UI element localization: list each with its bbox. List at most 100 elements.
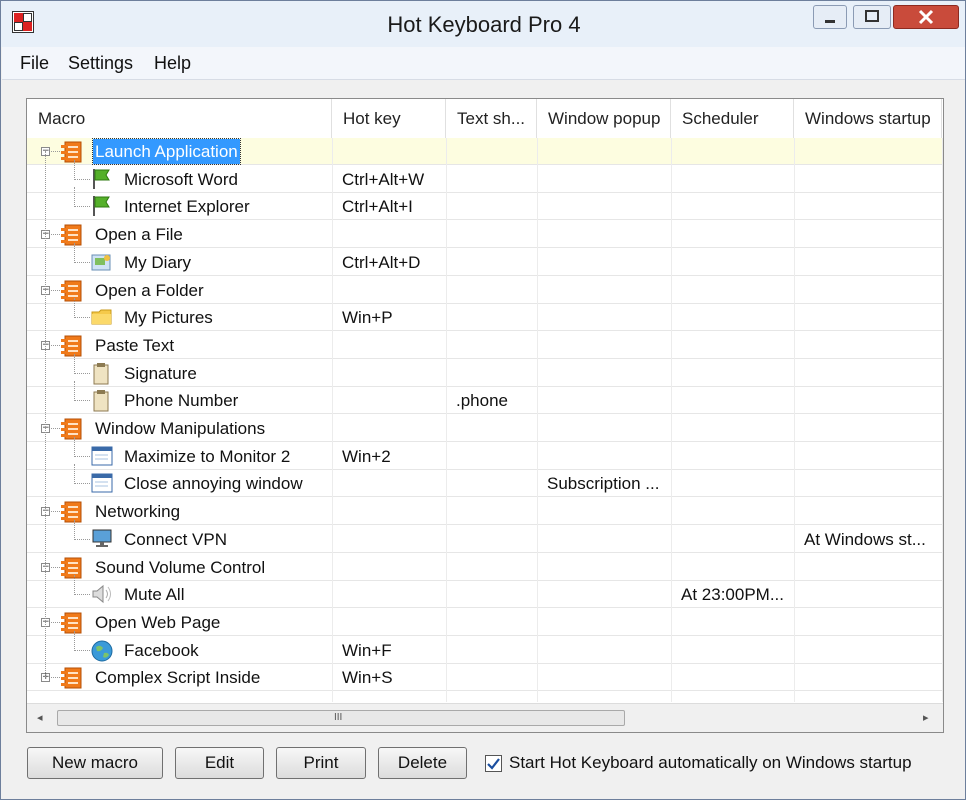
- column-scheduler[interactable]: Scheduler: [671, 99, 794, 138]
- cell-hotkey: [342, 360, 444, 387]
- macro-row[interactable]: Signature: [27, 353, 943, 387]
- macro-group-label[interactable]: Networking: [93, 498, 182, 525]
- macro-row[interactable]: Internet Explorer Ctrl+Alt+I: [27, 187, 943, 221]
- cell-popup: [547, 360, 669, 387]
- print-button[interactable]: Print: [276, 747, 366, 779]
- macro-label[interactable]: Close annoying window: [122, 470, 305, 497]
- cell-startup: [804, 277, 940, 304]
- column-separator: [537, 138, 538, 702]
- cell-scheduler: [681, 387, 792, 414]
- macro-group-row[interactable]: − Window Manipulations: [27, 415, 943, 442]
- macro-label[interactable]: Maximize to Monitor 2: [122, 443, 292, 470]
- macro-group-row[interactable]: − Open Web Page: [27, 609, 943, 636]
- tree-line: [74, 317, 90, 319]
- macro-group-label[interactable]: Complex Script Inside: [93, 664, 262, 691]
- macro-row[interactable]: My Pictures Win+P: [27, 298, 943, 332]
- macro-row[interactable]: Phone Number .phone: [27, 381, 943, 415]
- macro-label[interactable]: Facebook: [122, 637, 201, 664]
- column-text-shortcut[interactable]: Text sh...: [446, 99, 537, 138]
- tree-line: [51, 289, 60, 291]
- maximize-icon: [865, 10, 879, 22]
- scroll-thumb[interactable]: III: [57, 710, 625, 726]
- tree-line: [74, 483, 90, 485]
- cell-text: [456, 415, 535, 442]
- macro-row[interactable]: Facebook Win+F: [27, 630, 943, 664]
- macro-group-label[interactable]: Open a Folder: [93, 277, 206, 304]
- edit-button[interactable]: Edit: [175, 747, 264, 779]
- macro-group-label[interactable]: Launch Application: [92, 138, 241, 165]
- macro-tree-list[interactable]: Macro Hot key Text sh... Window popup Sc…: [26, 98, 944, 733]
- cell-scheduler: [681, 526, 792, 553]
- column-windows-startup[interactable]: Windows startup: [794, 99, 942, 138]
- macro-row[interactable]: Close annoying window Subscription ...: [27, 464, 943, 498]
- speaker-icon: [91, 584, 111, 604]
- macro-label[interactable]: Internet Explorer: [122, 193, 252, 220]
- macro-group-row[interactable]: − Networking: [27, 498, 943, 526]
- macro-label[interactable]: Microsoft Word: [122, 166, 240, 193]
- cell-scheduler: [681, 166, 792, 193]
- menu-settings[interactable]: Settings: [68, 53, 133, 74]
- macro-group-row[interactable]: − Paste Text: [27, 332, 943, 359]
- macro-label[interactable]: Connect VPN: [122, 526, 229, 553]
- cell-popup: Subscription ...: [547, 474, 660, 494]
- delete-button[interactable]: Delete: [378, 747, 467, 779]
- macro-group-row[interactable]: − Open a File: [27, 221, 943, 249]
- maximize-button[interactable]: [853, 5, 891, 29]
- window-icon: [91, 473, 113, 493]
- macro-row[interactable]: Microsoft Word Ctrl+Alt+W: [27, 159, 943, 193]
- macro-label[interactable]: Signature: [122, 360, 199, 387]
- macro-row[interactable]: Maximize to Monitor 2 Win+2: [27, 436, 943, 470]
- macro-group-label[interactable]: Paste Text: [93, 332, 176, 359]
- macro-group-row[interactable]: − Launch Application: [27, 138, 943, 165]
- macro-group-row[interactable]: + Complex Script Inside Win+S: [27, 664, 943, 692]
- cell-text: [456, 609, 535, 636]
- check-icon: [487, 758, 500, 770]
- macro-group-label[interactable]: Sound Volume Control: [93, 554, 267, 581]
- scroll-left-icon[interactable]: ◂: [37, 711, 43, 724]
- horizontal-scrollbar[interactable]: ◂ III ▸: [27, 703, 943, 732]
- cell-popup: [547, 387, 669, 414]
- title-bar[interactable]: Hot Keyboard Pro 4: [1, 1, 965, 47]
- macro-row[interactable]: Connect VPN At Windows st...: [27, 519, 943, 553]
- macro-row[interactable]: My Diary Ctrl+Alt+D: [27, 242, 943, 276]
- menu-help[interactable]: Help: [154, 53, 191, 74]
- menu-file[interactable]: File: [20, 53, 49, 74]
- tree-line: [74, 538, 90, 540]
- macro-group-label[interactable]: Window Manipulations: [93, 415, 267, 442]
- flag-icon: [91, 196, 111, 217]
- macro-label[interactable]: My Pictures: [122, 304, 215, 331]
- tree-line: [74, 353, 75, 374]
- scroll-right-icon[interactable]: ▸: [923, 711, 929, 724]
- startup-checkbox-label[interactable]: Start Hot Keyboard automatically on Wind…: [509, 753, 912, 773]
- new-macro-button[interactable]: New macro: [27, 747, 163, 779]
- close-button[interactable]: [893, 5, 959, 29]
- macro-group-row[interactable]: − Open a Folder: [27, 277, 943, 304]
- cell-popup: [547, 554, 669, 581]
- folder-list-icon: [61, 557, 82, 578]
- cell-hotkey: [342, 470, 444, 497]
- cell-popup: [547, 221, 669, 248]
- cell-popup: [547, 498, 669, 525]
- cell-scheduler: [681, 609, 792, 636]
- macro-group-label[interactable]: Open Web Page: [93, 609, 222, 636]
- macro-label[interactable]: My Diary: [122, 249, 193, 276]
- cell-hotkey: [342, 526, 444, 553]
- startup-checkbox[interactable]: [485, 755, 502, 772]
- minimize-button[interactable]: [813, 5, 847, 29]
- cell-hotkey: [342, 138, 444, 165]
- column-hotkey[interactable]: Hot key: [332, 99, 446, 138]
- main-window: Hot Keyboard Pro 4 File Settings Help Ma…: [0, 0, 966, 800]
- cell-popup: [547, 332, 669, 359]
- macro-group-label[interactable]: Open a File: [93, 221, 185, 248]
- cell-popup: [547, 415, 669, 442]
- tree-line: [74, 630, 75, 651]
- column-macro[interactable]: Macro: [27, 99, 332, 138]
- macro-row[interactable]: Mute All At 23:00PM...: [27, 575, 943, 609]
- column-window-popup[interactable]: Window popup: [537, 99, 671, 138]
- cell-scheduler: [681, 332, 792, 359]
- macro-label[interactable]: Mute All: [122, 581, 186, 608]
- cell-scheduler: At 23:00PM...: [681, 585, 784, 605]
- cell-text: [456, 554, 535, 581]
- macro-label[interactable]: Phone Number: [122, 387, 240, 414]
- macro-group-row[interactable]: − Sound Volume Control: [27, 554, 943, 581]
